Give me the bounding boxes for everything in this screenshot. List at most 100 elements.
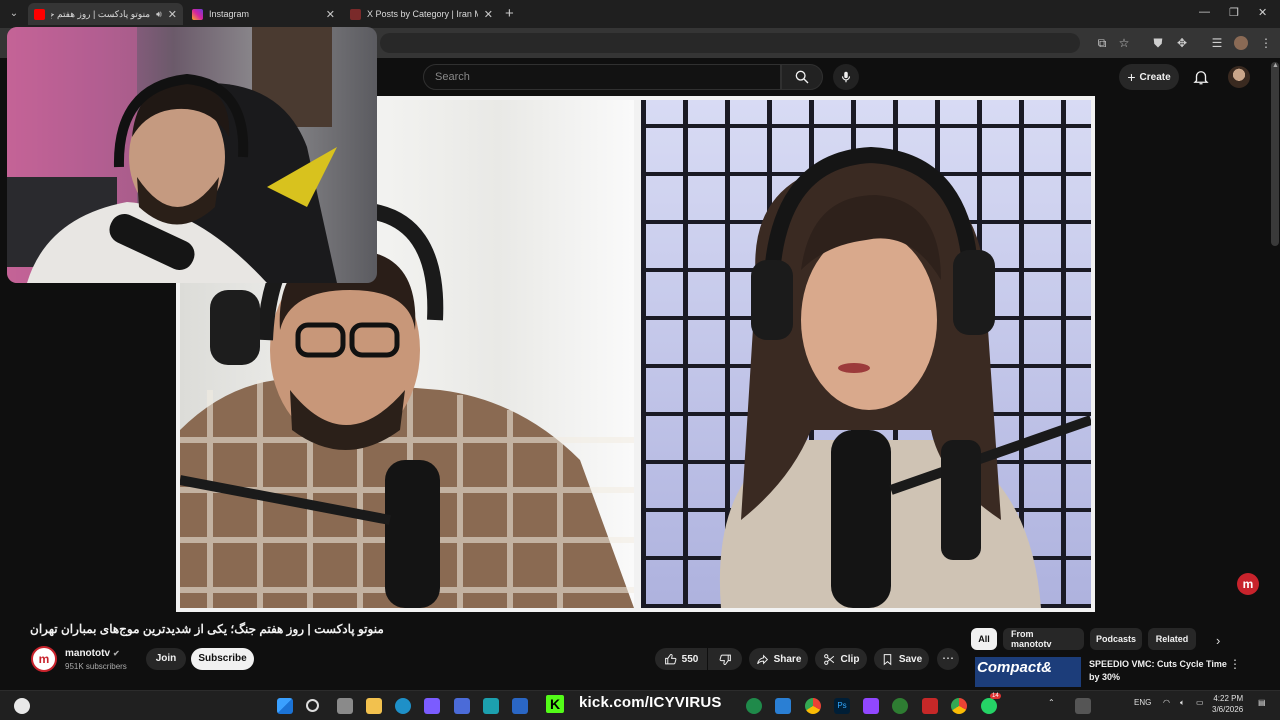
restore-icon[interactable]: ❐	[1229, 6, 1239, 19]
thumbs-down-icon	[719, 654, 731, 665]
microphone-icon	[841, 71, 851, 83]
task-view-icon[interactable]	[337, 698, 353, 714]
clip-label: Clip	[840, 653, 860, 665]
tab-youtube[interactable]: منوتو پادکست | روز هفتم جنگ 🔊︎ ✕	[28, 3, 183, 25]
store-icon[interactable]	[483, 698, 499, 714]
app-icon[interactable]	[424, 698, 440, 714]
bookmark-star-icon[interactable]: ☆	[1117, 36, 1131, 50]
speaker-icon[interactable]: 🔊︎	[156, 9, 162, 20]
suggestion-menu-icon[interactable]: ⋮	[1229, 657, 1241, 671]
tray-chevron-icon[interactable]: ⌃	[1048, 698, 1055, 707]
clock-time: 4:22 PM	[1213, 694, 1244, 703]
chip-from-channel[interactable]: From manototv	[1003, 628, 1084, 650]
clock-date: 3/6/2026	[1212, 705, 1244, 714]
thumbs-up-icon	[664, 653, 677, 664]
tab-instagram[interactable]: Instagram ✕	[186, 3, 341, 25]
chevron-right-icon[interactable]: ›	[1216, 633, 1220, 648]
clip-button[interactable]: Clip	[815, 648, 867, 670]
page-scrollbar[interactable]	[1271, 62, 1279, 246]
channel-name-text[interactable]: manototv	[65, 648, 110, 659]
save-label: Save	[898, 653, 923, 665]
notifications-icon[interactable]: ▤	[1258, 698, 1266, 707]
suggested-video-title[interactable]: SPEEDIO VMC: Cuts Cycle Time by 30%	[1089, 658, 1229, 684]
search-input[interactable]: Search	[423, 64, 781, 90]
voice-search-button[interactable]	[833, 64, 859, 90]
scroll-up-icon[interactable]: ▲	[1272, 62, 1279, 69]
app-icon-3[interactable]	[892, 698, 908, 714]
subscriber-count: 951K subscribers	[65, 662, 127, 671]
tab-label: منوتو پادکست | روز هفتم جنگ	[51, 8, 151, 19]
app-icon-2[interactable]	[512, 698, 528, 714]
video-title: منوتو پادکست | روز هفتم جنگ؛ یکی از شدید…	[30, 622, 384, 636]
weather-icon[interactable]	[14, 698, 30, 714]
youtube-favicon-icon	[34, 8, 45, 20]
suggested-video-thumbnail[interactable]: Compact&	[975, 657, 1081, 687]
system-clock[interactable]: 4:22 PM 3/6/2026	[1212, 693, 1243, 715]
video-right-panel	[641, 100, 1091, 608]
vscode-icon[interactable]	[775, 698, 791, 714]
browser-menu-icon[interactable]: ⋮	[1259, 36, 1273, 50]
extensions-icon[interactable]: ✥	[1175, 36, 1189, 50]
taskbar-search-icon[interactable]	[306, 699, 319, 712]
join-button[interactable]: Join	[146, 648, 186, 670]
channel-watermark-icon[interactable]: m	[1237, 573, 1259, 595]
app-icon-4[interactable]	[922, 698, 938, 714]
volume-icon[interactable]: 🔈︎	[1180, 698, 1185, 708]
install-app-icon[interactable]: ⧉	[1095, 36, 1109, 50]
create-button[interactable]: + Create	[1119, 64, 1179, 90]
instagram-favicon-icon	[192, 8, 203, 20]
address-bar[interactable]	[380, 33, 1080, 53]
file-explorer-icon[interactable]	[366, 698, 382, 714]
edge-icon[interactable]	[395, 698, 411, 714]
share-label: Share	[773, 653, 802, 665]
chrome-active-icon[interactable]	[951, 698, 967, 714]
search-button[interactable]	[781, 64, 823, 90]
minimize-icon[interactable]: —	[1199, 6, 1210, 18]
close-window-icon[interactable]: ✕	[1258, 6, 1267, 19]
user-avatar[interactable]	[1228, 66, 1250, 88]
x-posts-favicon-icon	[350, 8, 361, 20]
xbox-icon[interactable]	[746, 698, 762, 714]
battery-icon[interactable]: ▭	[1196, 698, 1204, 707]
tab-search-icon[interactable]: ⌄	[6, 6, 22, 22]
chip-related[interactable]: Related	[1148, 628, 1196, 650]
kick-channel-url: kick.com/ICYVIRUS	[579, 694, 722, 711]
save-button[interactable]: Save	[874, 648, 929, 670]
channel-name[interactable]: manototv ✔	[65, 648, 120, 659]
channel-avatar[interactable]: m	[31, 646, 57, 672]
more-actions-icon[interactable]: ⋯	[937, 648, 959, 670]
wifi-icon[interactable]: ◠	[1163, 698, 1170, 707]
tab-close-icon[interactable]: ✕	[484, 8, 493, 21]
like-button[interactable]: 550	[655, 648, 707, 670]
chip-podcasts[interactable]: Podcasts	[1090, 628, 1142, 650]
reading-list-icon[interactable]: ☰	[1210, 36, 1224, 50]
dislike-button[interactable]	[708, 648, 742, 670]
language-indicator[interactable]: ENG	[1134, 698, 1151, 707]
tab-close-icon[interactable]: ✕	[326, 8, 335, 21]
plus-icon: +	[1127, 69, 1136, 85]
photoshop-icon[interactable]: Ps	[834, 698, 850, 714]
shield-icon[interactable]: ⛊	[1151, 36, 1165, 50]
browser-tab-bar: ⌄ منوتو پادکست | روز هفتم جنگ 🔊︎ ✕ Insta…	[0, 0, 1280, 28]
twitch-icon[interactable]	[863, 698, 879, 714]
streamer-figure	[7, 27, 337, 283]
tab-x-posts[interactable]: X Posts by Category | Iran Moni ✕	[344, 3, 499, 25]
notifications-bell-icon[interactable]	[1192, 68, 1210, 86]
windows-start-icon[interactable]	[277, 698, 293, 714]
profile-avatar-icon[interactable]	[1234, 36, 1248, 50]
tab-label: X Posts by Category | Iran Moni	[367, 9, 478, 19]
like-count: 550	[681, 653, 699, 665]
tray-app-icon[interactable]	[1075, 698, 1091, 714]
teams-icon[interactable]	[454, 698, 470, 714]
chip-all[interactable]: All	[971, 628, 997, 650]
share-button[interactable]: Share	[749, 648, 808, 670]
chrome-icon[interactable]	[805, 698, 821, 714]
whatsapp-icon[interactable]	[981, 698, 997, 714]
new-tab-icon[interactable]: +	[505, 5, 514, 22]
create-label: Create	[1139, 71, 1171, 83]
kick-logo-icon: K	[546, 695, 564, 713]
verified-icon: ✔	[113, 649, 120, 658]
subscribe-button[interactable]: Subscribe	[191, 648, 254, 670]
tab-close-icon[interactable]: ✕	[168, 8, 177, 21]
share-arrow-icon	[756, 654, 768, 664]
